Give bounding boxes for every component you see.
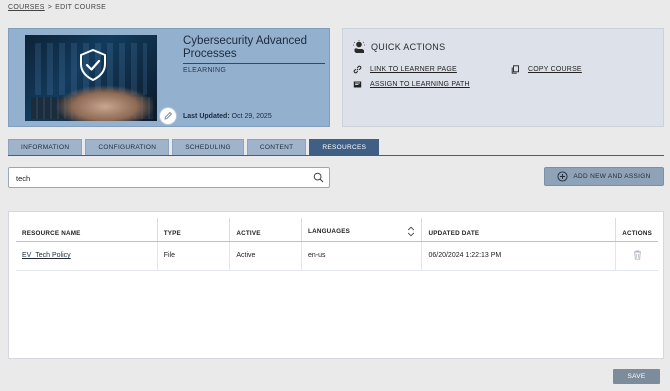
add-new-and-assign-label: ADD NEW AND ASSIGN <box>573 173 651 180</box>
resource-search-box <box>8 167 330 188</box>
breadcrumb-current: EDIT COURSE <box>55 4 107 11</box>
copy-course-link[interactable]: COPY COURSE <box>511 65 582 74</box>
add-new-and-assign-button[interactable]: ADD NEW AND ASSIGN <box>544 167 664 186</box>
breadcrumb-courses-link[interactable]: COURSES <box>8 4 45 11</box>
copy-course-label: COPY COURSE <box>528 66 582 73</box>
assign-to-learning-path-link[interactable]: ASSIGN TO LEARNING PATH <box>353 80 470 89</box>
link-to-learner-page[interactable]: LINK TO LEARNER PAGE <box>353 65 457 74</box>
column-header-languages[interactable]: LANGUAGES <box>301 218 422 242</box>
cell-resource-name: EV_Tech Policy <box>16 241 158 271</box>
search-input[interactable] <box>16 172 306 184</box>
last-updated-label: Last Updated: <box>183 113 230 120</box>
tab-content[interactable]: CONTENT <box>246 139 307 155</box>
lightbulb-hand-icon <box>353 40 365 53</box>
pencil-icon <box>164 111 173 120</box>
column-header-resource-name[interactable]: RESOURCE NAME <box>16 218 158 242</box>
course-thumbnail <box>25 35 157 121</box>
tabs-underline <box>8 155 664 156</box>
thumbnail-hands-graphic <box>55 85 155 121</box>
column-header-updated-date[interactable]: UPDATED DATE <box>421 218 616 242</box>
path-icon <box>353 81 362 88</box>
resources-table-panel: RESOURCE NAME TYPE ACTIVE LANGUAGES UPDA… <box>8 211 664 359</box>
resources-table: RESOURCE NAME TYPE ACTIVE LANGUAGES UPDA… <box>16 218 658 271</box>
save-button[interactable]: SAVE <box>613 369 660 384</box>
plus-circle-icon <box>557 171 568 182</box>
sort-icon[interactable] <box>407 226 415 237</box>
last-updated: Last Updated: Oct 29, 2025 <box>183 113 272 120</box>
assign-to-learning-path-label: ASSIGN TO LEARNING PATH <box>370 81 470 88</box>
column-header-active[interactable]: ACTIVE <box>229 218 302 242</box>
search-icon[interactable] <box>313 172 324 183</box>
quick-actions-header: QUICK ACTIONS <box>353 40 445 54</box>
breadcrumb-separator: > <box>47 4 53 11</box>
resource-name-link[interactable]: EV_Tech Policy <box>22 252 71 259</box>
table-row: EV_Tech Policy File Active en-us 06/20/2… <box>16 241 658 271</box>
edit-thumbnail-button[interactable] <box>159 107 177 125</box>
column-header-languages-label: LANGUAGES <box>308 227 351 235</box>
quick-actions-title: QUICK ACTIONS <box>371 42 446 52</box>
shield-check-icon <box>80 49 106 81</box>
tab-configuration[interactable]: CONFIGURATION <box>85 139 170 155</box>
copy-icon <box>511 65 519 74</box>
trash-icon[interactable] <box>633 250 642 260</box>
course-title: Cybersecurity Advanced Processes <box>183 35 308 60</box>
breadcrumb: COURSES > EDIT COURSE <box>8 4 106 11</box>
course-tabs: INFORMATION CONFIGURATION SCHEDULING CON… <box>8 139 380 155</box>
tab-resources[interactable]: RESOURCES <box>309 139 380 155</box>
column-header-type[interactable]: TYPE <box>156 218 230 242</box>
quick-actions-panel: QUICK ACTIONS LINK TO LEARNER PAGE COPY … <box>342 28 664 127</box>
table-header-row: RESOURCE NAME TYPE ACTIVE LANGUAGES UPDA… <box>16 218 658 242</box>
cell-languages: en-us <box>301 241 422 271</box>
cell-updated-date: 06/20/2024 1:22:13 PM <box>421 241 616 271</box>
column-header-actions: ACTIONS <box>615 218 658 242</box>
tab-scheduling[interactable]: SCHEDULING <box>172 139 244 155</box>
title-divider <box>183 63 325 64</box>
cell-type: File <box>156 241 230 271</box>
last-updated-value: Oct 29, 2025 <box>231 113 272 120</box>
cell-active: Active <box>229 241 302 271</box>
link-icon <box>353 65 362 74</box>
link-to-learner-page-label: LINK TO LEARNER PAGE <box>370 66 457 73</box>
cell-actions <box>615 241 658 271</box>
course-type: ELEARNING <box>183 67 227 74</box>
tab-information[interactable]: INFORMATION <box>8 139 83 155</box>
course-summary-card: Cybersecurity Advanced Processes ELEARNI… <box>8 28 330 127</box>
